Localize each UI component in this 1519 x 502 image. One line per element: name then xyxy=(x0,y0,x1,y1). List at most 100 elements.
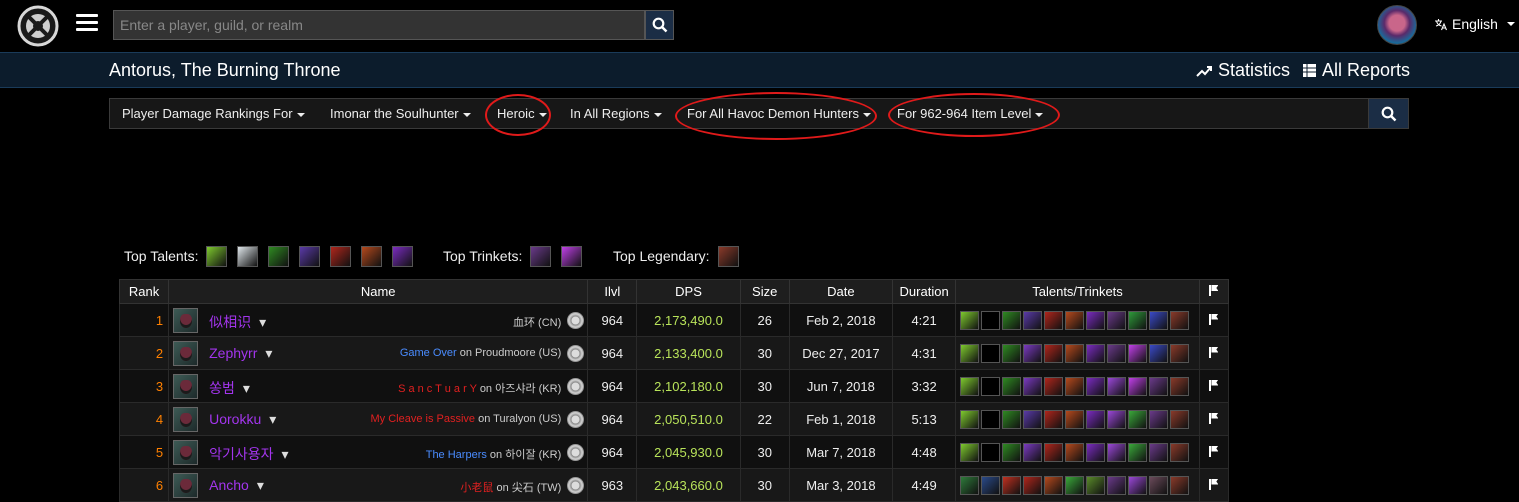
flag-icon[interactable] xyxy=(1209,478,1218,490)
header-rank[interactable]: Rank xyxy=(118,279,170,304)
player-name[interactable]: 악기사용자 ▾ xyxy=(209,444,288,464)
talent-trinket-icon[interactable] xyxy=(1149,409,1169,429)
chevron-down-icon[interactable]: ▾ xyxy=(243,380,250,396)
talent-trinket-icon[interactable] xyxy=(1023,442,1043,462)
armory-icon[interactable] xyxy=(567,477,585,494)
header-date[interactable]: Date xyxy=(788,279,894,304)
talent-trinket-icon[interactable] xyxy=(960,376,980,396)
flag-icon[interactable] xyxy=(1209,445,1218,457)
date-cell[interactable]: Feb 1, 2018 xyxy=(788,402,894,436)
talent-trinket-icon[interactable] xyxy=(1086,343,1106,363)
date-cell[interactable]: Jun 7, 2018 xyxy=(788,369,894,403)
talent-trinket-icon[interactable] xyxy=(1044,409,1064,429)
talent-trinket-icon[interactable] xyxy=(1107,343,1127,363)
talent-trinket-icon[interactable] xyxy=(1149,442,1169,462)
chevron-down-icon[interactable]: ▾ xyxy=(257,477,264,493)
talent-trinket-icon[interactable] xyxy=(1086,310,1106,330)
armory-icon[interactable] xyxy=(567,378,585,395)
search-input[interactable] xyxy=(113,10,645,40)
talent-trinket-icon[interactable] xyxy=(981,409,1001,429)
talent-trinket-icon[interactable] xyxy=(1002,376,1022,396)
talent-trinket-icon[interactable] xyxy=(1044,343,1064,363)
talent-trinket-icon[interactable] xyxy=(960,310,980,330)
talent-trinket-icon[interactable] xyxy=(960,442,980,462)
talent-trinket-icon[interactable] xyxy=(1086,376,1106,396)
talent-trinket-icon[interactable] xyxy=(981,475,1001,495)
trinket-icon[interactable] xyxy=(530,245,552,267)
armory-icon[interactable] xyxy=(567,312,585,329)
menu-icon[interactable] xyxy=(76,14,98,34)
header-dps[interactable]: DPS xyxy=(636,279,741,304)
talent-trinket-icon[interactable] xyxy=(1044,475,1064,495)
chevron-down-icon[interactable]: ▾ xyxy=(282,446,289,462)
date-cell[interactable]: Dec 27, 2017 xyxy=(788,336,894,370)
armory-icon[interactable] xyxy=(567,345,585,362)
filter-boss[interactable]: Imonar the Soulhunter xyxy=(330,106,471,121)
flag-cell[interactable] xyxy=(1198,468,1230,502)
player-name[interactable]: Ancho ▾ xyxy=(209,477,264,494)
flag-icon[interactable] xyxy=(1209,412,1218,424)
talent-trinket-icon[interactable] xyxy=(1128,442,1148,462)
date-cell[interactable]: Feb 2, 2018 xyxy=(788,303,894,337)
talent-trinket-icon[interactable] xyxy=(1149,310,1169,330)
talent-trinket-icon[interactable] xyxy=(1170,409,1190,429)
filter-search-button[interactable] xyxy=(1368,98,1409,129)
table-row[interactable]: 5 악기사용자 ▾ The Harpers on 하이잘 (KR) 964 2,045,9… xyxy=(118,435,1230,469)
talent-icon[interactable] xyxy=(237,245,259,267)
talent-trinket-icon[interactable] xyxy=(1065,475,1085,495)
talent-trinket-icon[interactable] xyxy=(1002,343,1022,363)
talent-trinket-icon[interactable] xyxy=(1107,376,1127,396)
filter-ranking-type[interactable]: Player Damage Rankings For xyxy=(122,106,305,121)
date-cell[interactable]: Mar 7, 2018 xyxy=(788,435,894,469)
talent-trinket-icon[interactable] xyxy=(960,343,980,363)
flag-cell[interactable] xyxy=(1198,435,1230,469)
filter-item-level[interactable]: For 962-964 Item Level xyxy=(897,106,1044,121)
talent-icon[interactable] xyxy=(268,245,290,267)
talent-trinket-icon[interactable] xyxy=(1107,442,1127,462)
filter-difficulty[interactable]: Heroic xyxy=(497,106,547,121)
talent-trinket-icon[interactable] xyxy=(1023,409,1043,429)
guild-name[interactable]: Game Over xyxy=(400,347,457,359)
talent-trinket-icon[interactable] xyxy=(1149,475,1169,495)
talent-icon[interactable] xyxy=(206,245,228,267)
talent-trinket-icon[interactable] xyxy=(1170,343,1190,363)
talent-icon[interactable] xyxy=(330,245,352,267)
talent-trinket-icon[interactable] xyxy=(1002,310,1022,330)
flag-cell[interactable] xyxy=(1198,303,1230,337)
talent-trinket-icon[interactable] xyxy=(1086,409,1106,429)
statistics-link[interactable]: Statistics xyxy=(1196,60,1290,81)
flag-icon[interactable] xyxy=(1209,379,1218,391)
chevron-down-icon[interactable]: ▾ xyxy=(265,345,272,361)
chevron-down-icon[interactable]: ▾ xyxy=(269,411,276,427)
date-cell[interactable]: Mar 3, 2018 xyxy=(788,468,894,502)
language-selector[interactable]: English xyxy=(1434,16,1515,32)
site-logo[interactable] xyxy=(17,5,59,47)
flag-icon[interactable] xyxy=(1209,346,1218,358)
talent-trinket-icon[interactable] xyxy=(960,475,980,495)
legendary-icon[interactable] xyxy=(717,245,739,267)
talent-icon[interactable] xyxy=(392,245,414,267)
filter-spec[interactable]: For All Havoc Demon Hunters xyxy=(687,106,871,121)
header-name[interactable]: Name xyxy=(168,279,589,304)
all-reports-link[interactable]: All Reports xyxy=(1303,60,1410,81)
table-row[interactable]: 4 Uorokku ▾ My Cleave is Passive on Turalyo… xyxy=(118,402,1230,436)
flag-cell[interactable] xyxy=(1198,402,1230,436)
talent-trinket-icon[interactable] xyxy=(1023,475,1043,495)
header-size[interactable]: Size xyxy=(739,279,790,304)
talent-trinket-icon[interactable] xyxy=(1128,343,1148,363)
talent-icon[interactable] xyxy=(361,245,383,267)
talent-trinket-icon[interactable] xyxy=(981,343,1001,363)
chevron-down-icon[interactable]: ▾ xyxy=(259,314,266,330)
talent-trinket-icon[interactable] xyxy=(1086,442,1106,462)
talent-trinket-icon[interactable] xyxy=(1065,310,1085,330)
talent-trinket-icon[interactable] xyxy=(1107,475,1127,495)
talent-trinket-icon[interactable] xyxy=(1044,310,1064,330)
talent-trinket-icon[interactable] xyxy=(981,376,1001,396)
talent-trinket-icon[interactable] xyxy=(1107,310,1127,330)
guild-name[interactable]: 小老鼠 xyxy=(460,482,493,494)
guild-name[interactable]: S a n c T u a r Y xyxy=(398,383,477,395)
talent-trinket-icon[interactable] xyxy=(1002,475,1022,495)
guild-name[interactable]: My Cleave is Passive xyxy=(370,413,475,425)
header-duration[interactable]: Duration xyxy=(892,279,957,304)
table-row[interactable]: 3 쏭범 ▾ S a n c T u a r Y on 아즈샤라 (KR) 964 2,1… xyxy=(118,369,1230,403)
